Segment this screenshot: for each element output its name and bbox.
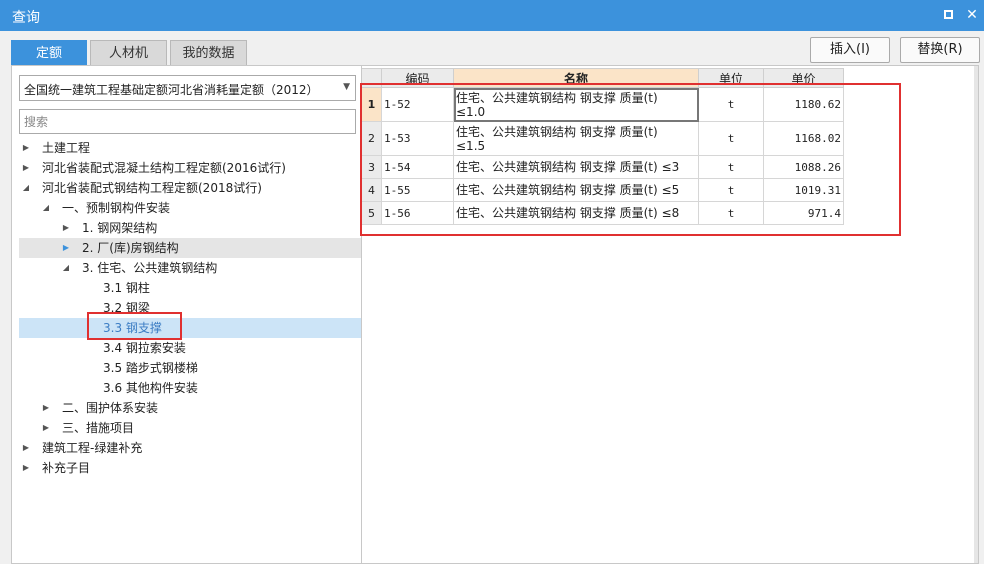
tree-item-label: 补充子目 [42,461,91,475]
tree-item-prefab-steel-install[interactable]: ◢ 一、预制钢构件安装 [12,198,361,218]
cell-unit[interactable]: t [699,122,764,156]
cell-name[interactable]: 住宅、公共建筑钢结构 钢支撑 质量(t) ≤8 [454,202,699,225]
tree-item-label: 3.4 钢拉索安装 [103,341,186,355]
close-icon[interactable]: ✕ [962,5,982,25]
tree-item-label: 一、预制钢构件安装 [62,201,171,215]
expand-arrow-icon[interactable]: ▶ [61,238,71,258]
cell-price[interactable]: 1019.31 [764,179,844,202]
tab-quota[interactable]: 定额 [11,40,87,65]
quota-tree: ▶ 土建工程 ▶ 河北省装配式混凝土结构工程定额(2016试行) ◢ 河北省装配… [12,138,361,478]
tree-item-label: 3.6 其他构件安装 [103,381,198,395]
cell-name-line: ≤1.5 [456,139,486,153]
quota-tree-panel: 全国统一建筑工程基础定额河北省消耗量定额（2012） ▼ ▶ 土建工程 ▶ 河北… [11,65,362,564]
cell-price[interactable]: 971.4 [764,202,844,225]
row-number[interactable]: 3 [362,156,382,179]
tree-item-label: 二、围护体系安装 [62,401,159,415]
row-number[interactable]: 4 [362,179,382,202]
tree-item-green-building[interactable]: ▶ 建筑工程-绿建补充 [12,438,361,458]
tree-item-measures[interactable]: ▶ 三、措施项目 [12,418,361,438]
tree-item-steel-beam[interactable]: 3.2 钢梁 [12,298,361,318]
tree-item-label: 1. 钢网架结构 [82,221,158,235]
collapse-arrow-icon[interactable]: ◢ [41,198,51,218]
tree-item-steel-brace[interactable]: 3.3 钢支撑 [19,318,361,338]
tree-item-label: 2. 厂(库)房钢结构 [82,241,179,255]
expand-arrow-icon[interactable]: ▶ [21,458,31,478]
column-header-code[interactable]: 编码 [382,68,454,88]
tree-item-envelope-system[interactable]: ▶ 二、围护体系安装 [12,398,361,418]
column-header-price[interactable]: 单价 [764,68,844,88]
tree-item-label: 三、措施项目 [62,421,135,435]
quota-table-panel: 编码 名称 单位 单价 1 1-52 住宅、公共建筑钢结构 钢支撑 质量(t) … [360,65,979,564]
cell-name-line: 住宅、公共建筑钢结构 钢支撑 质量(t) [456,91,658,105]
cell-name-line: ≤1.0 [456,105,486,119]
cell-price[interactable]: 1088.26 [764,156,844,179]
dropdown-arrow-icon: ▼ [343,82,350,92]
cell-name[interactable]: 住宅、公共建筑钢结构 钢支撑 质量(t) ≤5 [454,179,699,202]
cell-code[interactable]: 1-56 [382,202,454,225]
tree-item-label: 河北省装配式混凝土结构工程定额(2016试行) [42,161,286,175]
row-number[interactable]: 2 [362,122,382,156]
tree-item-step-stair[interactable]: 3.5 踏步式钢楼梯 [12,358,361,378]
tree-item-residential-steel[interactable]: ◢ 3. 住宅、公共建筑钢结构 [12,258,361,278]
expand-arrow-icon[interactable]: ▶ [41,418,51,438]
replace-button[interactable]: 替换(R) [900,37,980,63]
cell-code[interactable]: 1-52 [382,88,454,122]
window-title: 查询 [12,10,40,26]
tree-item-steel-cable[interactable]: 3.4 钢拉索安装 [12,338,361,358]
collapse-arrow-icon[interactable]: ◢ [61,258,71,278]
cell-unit[interactable]: t [699,88,764,122]
tree-item-label: 3.1 钢柱 [103,281,150,295]
expand-arrow-icon[interactable]: ▶ [21,158,31,178]
expand-arrow-icon[interactable]: ▶ [61,218,71,238]
insert-button[interactable]: 插入(I) [810,37,890,63]
cell-unit[interactable]: t [699,156,764,179]
tree-item-supplementary[interactable]: ▶ 补充子目 [12,458,361,478]
table-corner [362,68,382,88]
expand-arrow-icon[interactable]: ▶ [21,438,31,458]
tree-item-civil-engineering[interactable]: ▶ 土建工程 [12,138,361,158]
cell-code[interactable]: 1-53 [382,122,454,156]
cell-name[interactable]: 住宅、公共建筑钢结构 钢支撑 质量(t) ≤3 [454,156,699,179]
tree-item-hebei-steel-2018[interactable]: ◢ 河北省装配式钢结构工程定额(2018试行) [12,178,361,198]
row-number[interactable]: 1 [362,88,382,122]
tree-item-label: 3.3 钢支撑 [103,321,162,335]
vertical-scrollbar[interactable] [974,66,978,563]
title-bar: 查询 ✕ [0,0,984,31]
cell-price[interactable]: 1168.02 [764,122,844,156]
tree-item-label: 3. 住宅、公共建筑钢结构 [82,261,218,275]
tree-item-label: 土建工程 [42,141,91,155]
tree-item-steel-column[interactable]: 3.1 钢柱 [12,278,361,298]
cell-code[interactable]: 1-54 [382,156,454,179]
row-number[interactable]: 5 [362,202,382,225]
cell-name[interactable]: 住宅、公共建筑钢结构 钢支撑 质量(t) ≤1.5 [454,122,699,156]
tab-labor-materials[interactable]: 人材机 [90,40,167,65]
tree-item-label: 3.5 踏步式钢楼梯 [103,361,198,375]
cell-price[interactable]: 1180.62 [764,88,844,122]
column-header-name[interactable]: 名称 [454,68,699,88]
tab-my-data[interactable]: 我的数据 [170,40,247,65]
column-header-unit[interactable]: 单位 [699,68,764,88]
cell-code[interactable]: 1-55 [382,179,454,202]
library-select-value: 全国统一建筑工程基础定额河北省消耗量定额（2012） [24,83,319,97]
tree-item-label: 河北省装配式钢结构工程定额(2018试行) [42,181,262,195]
cell-name-line: 住宅、公共建筑钢结构 钢支撑 质量(t) [456,125,658,139]
tree-item-hebei-concrete-2016[interactable]: ▶ 河北省装配式混凝土结构工程定额(2016试行) [12,158,361,178]
library-select[interactable]: 全国统一建筑工程基础定额河北省消耗量定额（2012） ▼ [19,75,356,101]
cell-name[interactable]: 住宅、公共建筑钢结构 钢支撑 质量(t) ≤1.0 [454,88,699,122]
tree-item-label: 3.2 钢梁 [103,301,150,315]
tree-item-other-components[interactable]: 3.6 其他构件安装 [12,378,361,398]
maximize-icon[interactable] [938,5,958,25]
collapse-arrow-icon[interactable]: ◢ [21,178,31,198]
cell-unit[interactable]: t [699,202,764,225]
tree-item-label: 建筑工程-绿建补充 [42,441,143,455]
search-input[interactable] [19,109,356,134]
expand-arrow-icon[interactable]: ▶ [21,138,31,158]
tree-item-steel-grid[interactable]: ▶ 1. 钢网架结构 [12,218,361,238]
tree-item-factory-steel[interactable]: ▶ 2. 厂(库)房钢结构 [19,238,361,258]
expand-arrow-icon[interactable]: ▶ [41,398,51,418]
cell-unit[interactable]: t [699,179,764,202]
